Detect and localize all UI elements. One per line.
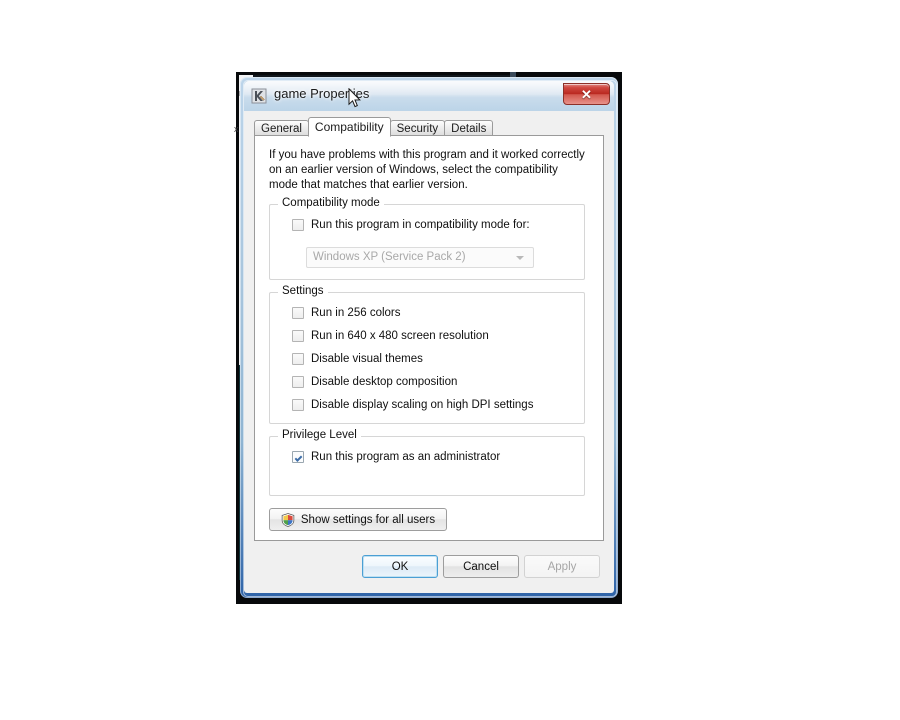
setting-dpi-scaling-row[interactable]: Disable display scaling on high DPI sett… xyxy=(292,399,533,411)
tab-compatibility-label: Compatibility xyxy=(314,120,384,134)
mouse-cursor-icon xyxy=(348,87,362,109)
setting-visual-themes-row[interactable]: Disable visual themes xyxy=(292,353,423,365)
setting-256-colors-label: Run in 256 colors xyxy=(311,307,401,319)
setting-visual-themes-checkbox[interactable] xyxy=(292,353,304,365)
setting-640x480-label: Run in 640 x 480 screen resolution xyxy=(311,330,489,342)
uac-shield-icon xyxy=(281,512,295,527)
cancel-button-label: Cancel xyxy=(463,560,499,573)
setting-desktop-composition-label: Disable desktop composition xyxy=(311,376,458,388)
setting-dpi-scaling-label: Disable display scaling on high DPI sett… xyxy=(311,399,534,411)
tab-details[interactable]: Details xyxy=(444,120,494,136)
screen: r x game Properties ✕ General xyxy=(0,0,900,720)
tab-strip: General Compatibility Security Details xyxy=(254,117,604,137)
tab-details-label: Details xyxy=(451,122,487,135)
tab-general[interactable]: General xyxy=(254,120,309,136)
compatibility-tab-page: If you have problems with this program a… xyxy=(254,135,604,541)
apply-button[interactable]: Apply xyxy=(524,555,600,578)
run-as-administrator-label: Run this program as an administrator xyxy=(311,451,501,463)
setting-dpi-scaling-checkbox[interactable] xyxy=(292,399,304,411)
tab-general-label: General xyxy=(261,122,302,135)
compatibility-os-combobox[interactable]: Windows XP (Service Pack 2) xyxy=(306,247,534,268)
setting-visual-themes-label: Disable visual themes xyxy=(311,353,423,365)
title-bar[interactable]: game Properties ✕ xyxy=(244,81,614,111)
setting-desktop-composition-row[interactable]: Disable desktop composition xyxy=(292,376,457,388)
ok-button-label: OK xyxy=(391,560,409,573)
compatibility-mode-group: Compatibility mode Run this program in c… xyxy=(269,197,585,280)
setting-640x480-checkbox[interactable] xyxy=(292,330,304,342)
run-as-administrator-row[interactable]: Run this program as an administrator xyxy=(292,451,500,463)
close-icon: ✕ xyxy=(581,86,592,102)
tab-security[interactable]: Security xyxy=(389,120,446,136)
compat-mode-checkbox-row[interactable]: Run this program in compatibility mode f… xyxy=(292,219,530,231)
compat-mode-checkbox-label: Run this program in compatibility mode f… xyxy=(311,219,530,231)
background-window-glyph-x: x xyxy=(234,124,239,134)
settings-group: Settings Run in 256 colors Run in 640 x … xyxy=(269,285,585,424)
setting-256-colors-row[interactable]: Run in 256 colors xyxy=(292,307,401,319)
privilege-level-legend: Privilege Level xyxy=(278,429,361,441)
privilege-level-group: Privilege Level Run this program as an a… xyxy=(269,429,585,496)
setting-256-colors-checkbox[interactable] xyxy=(292,307,304,319)
ok-button[interactable]: OK xyxy=(362,555,438,578)
close-button[interactable]: ✕ xyxy=(563,83,610,105)
intro-description: If you have problems with this program a… xyxy=(269,149,585,191)
show-settings-for-all-users-button[interactable]: Show settings for all users xyxy=(269,508,447,531)
cancel-button[interactable]: Cancel xyxy=(443,555,519,578)
compatibility-os-value: Windows XP (Service Pack 2) xyxy=(313,251,466,263)
app-k-icon xyxy=(251,88,267,104)
compat-mode-checkbox[interactable] xyxy=(292,219,304,231)
show-settings-for-all-users-label: Show settings for all users xyxy=(300,513,436,526)
apply-button-label: Apply xyxy=(547,560,577,573)
setting-640x480-row[interactable]: Run in 640 x 480 screen resolution xyxy=(292,330,489,342)
tab-security-label: Security xyxy=(396,122,439,135)
compatibility-mode-legend: Compatibility mode xyxy=(278,197,384,209)
settings-legend: Settings xyxy=(278,285,328,297)
run-as-administrator-checkbox[interactable] xyxy=(292,451,304,463)
dialog-footer: OK Cancel Apply xyxy=(244,551,614,593)
chevron-down-icon xyxy=(516,256,524,260)
tab-compatibility[interactable]: Compatibility xyxy=(307,117,391,137)
setting-desktop-composition-checkbox[interactable] xyxy=(292,376,304,388)
properties-dialog: game Properties ✕ General Compatibility … xyxy=(244,81,614,593)
